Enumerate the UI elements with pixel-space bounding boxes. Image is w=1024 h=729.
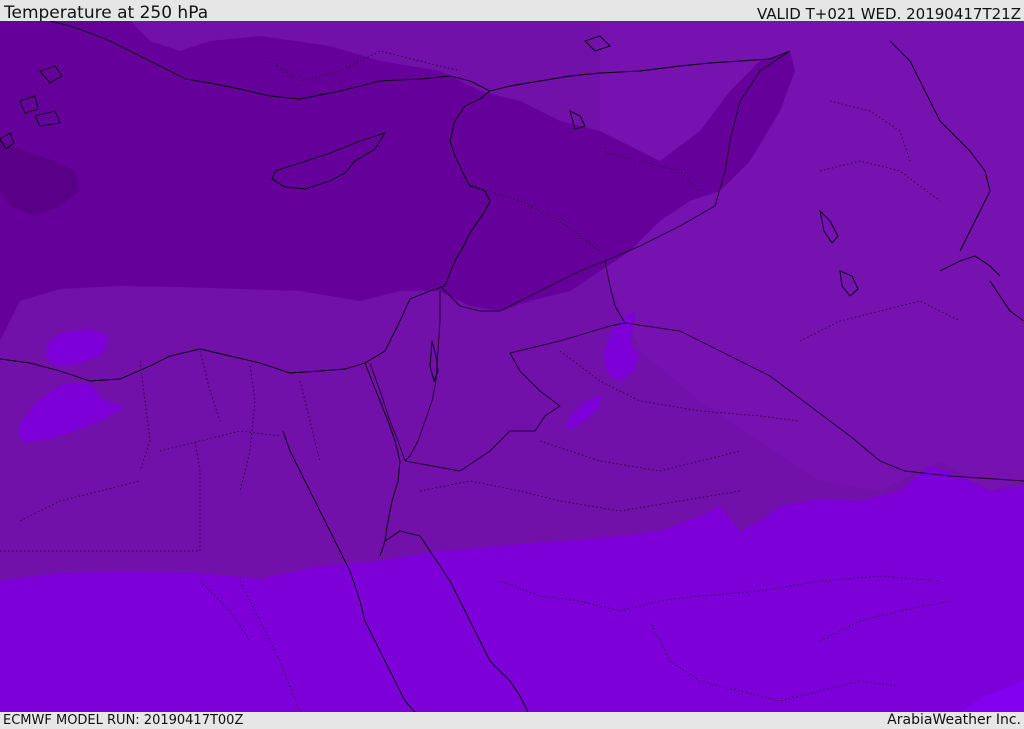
footer-bar: ECMWF MODEL RUN: 20190417T00Z ArabiaWeat… bbox=[0, 712, 1024, 729]
model-run: ECMWF MODEL RUN: 20190417T00Z bbox=[3, 713, 244, 728]
header-bar: Temperature at 250 hPa VALID T+021 WED. … bbox=[0, 0, 1024, 23]
map-title: Temperature at 250 hPa bbox=[4, 3, 209, 23]
credit: ArabiaWeather Inc. bbox=[887, 712, 1021, 728]
temperature-map-svg bbox=[0, 21, 1024, 712]
weather-map[interactable] bbox=[0, 21, 1024, 712]
